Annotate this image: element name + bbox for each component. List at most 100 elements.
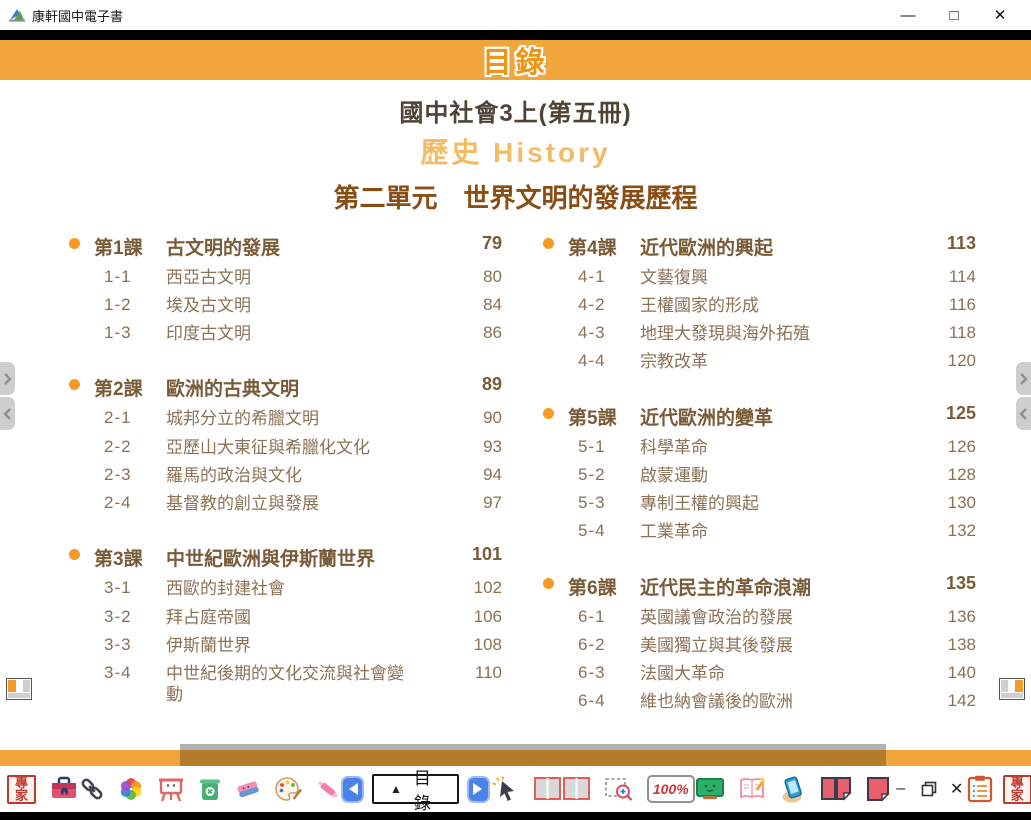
zoom-select-button[interactable]: [604, 775, 634, 803]
section-row[interactable]: 4-4 宗教改革 120: [536, 348, 976, 376]
section-title: 拜占庭帝國: [166, 607, 404, 628]
left-edge-tab-back[interactable]: [0, 397, 15, 430]
lesson-label: 第6課: [568, 573, 632, 600]
section-row[interactable]: 6-4 維也納會議後的歐洲 142: [536, 688, 976, 716]
section-page: 94: [450, 465, 502, 485]
section-row[interactable]: 4-2 王權國家的形成 116: [536, 291, 976, 319]
lesson-row[interactable]: 第4課 近代歐洲的興起 113: [536, 229, 976, 263]
easel-board-button[interactable]: [157, 776, 185, 802]
section-row[interactable]: 2-2 亞歷山大東征與希臘化文化 93: [62, 433, 502, 461]
notes-clipboard-button[interactable]: [967, 775, 993, 803]
book-page: 國中社會3上(第五冊) 歷史 History 第二單元 世界文明的發展歷程 第1…: [0, 93, 1031, 763]
chevron-left-icon: [3, 408, 12, 420]
section-num: 5-3: [568, 493, 632, 513]
section-row[interactable]: 1-1 西亞古文明 80: [62, 263, 502, 291]
section-page: 80: [450, 267, 502, 287]
bottom-black-strip: [0, 812, 1031, 820]
expert-mode-button-left[interactable]: 專家: [7, 775, 36, 804]
section-page: 116: [924, 295, 976, 315]
lesson-row[interactable]: 第2課 歐洲的古典文明 89: [62, 371, 502, 405]
horizontal-scrollbar-track: [0, 750, 1031, 766]
single-page-view-button[interactable]: [865, 776, 891, 802]
bullet-icon: [543, 408, 554, 419]
section-row[interactable]: 5-3 專制王權的興起 130: [536, 490, 976, 518]
left-triangle-icon: [343, 783, 358, 795]
window-maximize-button[interactable]: □: [931, 1, 977, 29]
section-num: 4-3: [568, 323, 632, 343]
double-page-view-button[interactable]: [820, 776, 852, 802]
lesson-row[interactable]: 第3課 中世紀歐洲與伊斯蘭世界 101: [62, 541, 502, 575]
section-row[interactable]: 3-4 中世紀後期的文化交流與社會變動 110: [62, 660, 502, 710]
section-row[interactable]: 4-3 地理大發現與海外拓殖 118: [536, 320, 976, 348]
section-num: 3-1: [94, 578, 158, 598]
section-row[interactable]: 5-1 科學革命 126: [536, 433, 976, 461]
section-title: 英國議會政治的發展: [640, 607, 878, 628]
section-num: 4-4: [568, 351, 632, 371]
right-edge-tab-back[interactable]: [1016, 397, 1031, 430]
link-tool-button[interactable]: [79, 776, 105, 802]
trash-bin-button[interactable]: [198, 776, 222, 802]
section-row[interactable]: 5-4 工業革命 132: [536, 518, 976, 546]
page-corner-left-button[interactable]: [6, 678, 32, 700]
window-close-button[interactable]: ✕: [977, 1, 1023, 29]
section-row[interactable]: 6-1 英國議會政治的發展 136: [536, 603, 976, 631]
section-title: 中世紀後期的文化交流與社會變動: [166, 663, 404, 706]
section-row[interactable]: 5-2 啟蒙運動 128: [536, 461, 976, 489]
section-num: 2-3: [94, 465, 158, 485]
section-row[interactable]: 3-3 伊斯蘭世界 108: [62, 631, 502, 659]
blackboard-button[interactable]: [695, 776, 725, 802]
section-title: 專制王權的興起: [640, 493, 878, 514]
handheld-device-button[interactable]: [779, 775, 807, 803]
eraser-button[interactable]: [235, 777, 261, 801]
window-title: 康軒國中電子書: [32, 6, 885, 25]
restore-window-icon: [921, 781, 937, 797]
section-num: 5-2: [568, 465, 632, 485]
section-row[interactable]: 6-2 美國獨立與其後發展 138: [536, 631, 976, 659]
section-row[interactable]: 1-2 埃及古文明 84: [62, 291, 502, 319]
section-row[interactable]: 2-4 基督教的創立與發展 97: [62, 490, 502, 518]
section-row[interactable]: 2-3 羅馬的政治與文化 94: [62, 461, 502, 489]
section-row[interactable]: 6-3 法國大革命 140: [536, 660, 976, 688]
page-indicator-dropdown[interactable]: ▲ 目錄: [372, 774, 459, 804]
book-title: 國中社會3上(第五冊): [0, 93, 1031, 128]
window-titlebar: 康軒國中電子書 — □ ✕: [0, 0, 1031, 30]
toolbar-minimize-button[interactable]: –: [891, 780, 911, 798]
pointer-tool-button[interactable]: [490, 775, 520, 803]
toc-lesson-2: 第2課 歐洲的古典文明 89 2-1 城邦分立的希臘文明 90 2-2 亞歷山大…: [62, 371, 502, 518]
lesson-title: 近代民主的革命浪潮: [640, 573, 916, 600]
zoom-level-button[interactable]: 100%: [647, 775, 695, 803]
section-row[interactable]: 3-1 西歐的封建社會 102: [62, 575, 502, 603]
highlighter-button[interactable]: [315, 776, 341, 802]
toolbar-close-button[interactable]: ✕: [947, 779, 967, 799]
toolbar-group-teach: [695, 775, 891, 803]
section-row[interactable]: 4-1 文藝復興 114: [536, 263, 976, 291]
section-title: 基督教的創立與發展: [166, 493, 404, 514]
section-title: 法國大革命: [640, 663, 878, 684]
lesson-row[interactable]: 第1課 古文明的發展 79: [62, 229, 502, 263]
bullet-icon: [69, 549, 80, 560]
section-page: 84: [450, 295, 502, 315]
lesson-row[interactable]: 第6課 近代民主的革命浪潮 135: [536, 569, 976, 603]
right-edge-tab-forward[interactable]: [1016, 362, 1031, 395]
toc-banner: 目錄: [0, 40, 1031, 80]
expert-mode-button-right[interactable]: 專家: [1003, 775, 1031, 804]
lesson-row[interactable]: 第5課 近代歐洲的變革 125: [536, 399, 976, 433]
page-corner-right-button[interactable]: [999, 678, 1025, 700]
section-row[interactable]: 2-1 城邦分立的希臘文明 90: [62, 405, 502, 433]
toolbox-button[interactable]: [49, 775, 79, 803]
section-row[interactable]: 1-3 印度古文明 86: [62, 320, 502, 348]
prev-page-button[interactable]: [341, 776, 364, 803]
section-page: 106: [450, 607, 502, 627]
color-wheel-button[interactable]: [118, 776, 144, 802]
window-minimize-button[interactable]: —: [885, 1, 931, 29]
horizontal-scrollbar-thumb[interactable]: [180, 744, 886, 767]
book-spread-button[interactable]: [533, 774, 591, 804]
section-row[interactable]: 3-2 拜占庭帝國 106: [62, 603, 502, 631]
toolbar-restore-button[interactable]: [921, 781, 937, 797]
bullet-icon: [69, 238, 80, 249]
left-edge-tab-forward[interactable]: [0, 362, 15, 395]
workbook-button[interactable]: [738, 776, 766, 802]
next-page-button[interactable]: [467, 776, 490, 803]
toolbar-group-view: 100%: [490, 774, 695, 804]
palette-button[interactable]: [274, 776, 302, 802]
